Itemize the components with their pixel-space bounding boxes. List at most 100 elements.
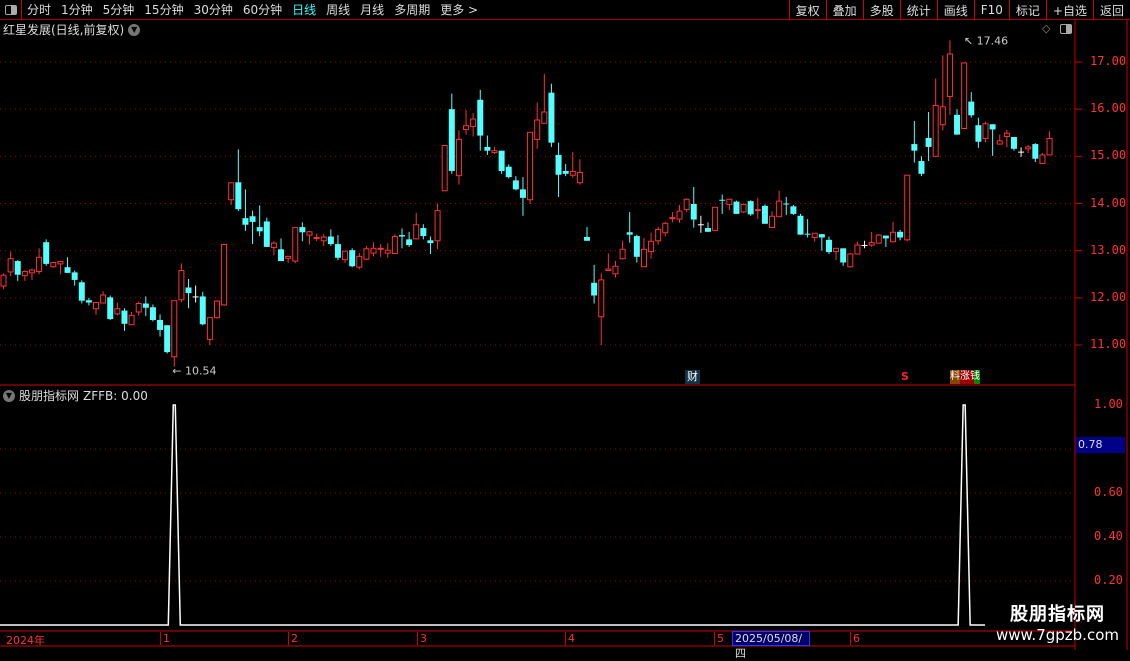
candle-down	[512, 180, 519, 190]
candle-down	[121, 310, 128, 324]
price-tick-label: 17.00	[1090, 54, 1127, 68]
x-axis-label: 3	[417, 632, 427, 645]
candle-up	[754, 209, 761, 212]
x-axis-label: 4	[565, 632, 575, 645]
candle-up	[1025, 146, 1032, 150]
cursor-value-box: 0.78	[1076, 437, 1125, 453]
candle-down	[85, 300, 92, 303]
candle-down	[989, 124, 996, 130]
candle-down	[633, 236, 640, 257]
candle-down	[761, 205, 768, 224]
candle-doji	[697, 224, 704, 226]
low-price-label: ← 10.54	[172, 365, 216, 378]
candle-up	[114, 308, 121, 315]
candle-up	[384, 249, 391, 254]
candle-up	[527, 131, 534, 201]
candle-up	[228, 182, 235, 201]
indicator-tick-label: 0.40	[1094, 529, 1123, 543]
candle-down	[897, 231, 904, 238]
candle-down	[199, 296, 206, 325]
candle-up	[619, 248, 626, 260]
indicator-tick-label: 0.60	[1094, 485, 1123, 499]
candle-down	[242, 218, 249, 225]
candle-up	[655, 228, 662, 242]
candle-down	[690, 203, 697, 220]
candle-down	[43, 242, 50, 264]
candle-down	[448, 109, 455, 171]
candle-down	[733, 201, 740, 214]
candle-down	[278, 249, 285, 262]
x-axis-label: 6	[850, 632, 860, 645]
candle-down	[1032, 144, 1039, 159]
candle-up	[712, 206, 719, 231]
candle-up	[50, 261, 57, 268]
candle-up	[36, 256, 43, 272]
x-axis-label: 5	[714, 632, 724, 645]
candle-up	[470, 118, 477, 128]
candle-down	[185, 287, 192, 294]
candle-down	[420, 228, 427, 237]
candle-up	[740, 203, 747, 213]
candle-up	[847, 253, 854, 268]
candle-down	[327, 236, 334, 245]
candle-down	[790, 206, 797, 214]
candle-up	[534, 119, 541, 140]
candle-up	[1046, 137, 1053, 156]
candle-up	[28, 269, 35, 274]
candle-down	[968, 101, 975, 116]
indicator-tick-label: 0.20	[1094, 573, 1123, 587]
finance-marker[interactable]: 财	[685, 370, 700, 384]
candle-up	[648, 240, 655, 253]
price-tick-label: 16.00	[1090, 101, 1127, 116]
candle-up	[93, 302, 100, 310]
candle-up	[171, 300, 178, 358]
candle-up	[996, 140, 1003, 145]
candle-down	[882, 235, 889, 239]
price-chart[interactable]: ↖ 17.46 ← 10.54	[0, 0, 1130, 650]
candle-up	[868, 242, 875, 246]
candle-up	[662, 222, 669, 234]
candle-up	[576, 171, 583, 184]
candle-down	[591, 282, 598, 296]
tag-marker[interactable]: 料涨钱	[950, 370, 980, 384]
candle-up	[776, 200, 783, 218]
watermark-name: 股朋指标网	[1010, 604, 1105, 625]
indicator-tick-label: 1.00	[1094, 397, 1123, 411]
candle-up	[306, 231, 313, 236]
candle-doji	[192, 296, 199, 298]
candle-up	[683, 198, 690, 211]
candle-up	[342, 250, 349, 261]
price-tick-label: 13.00	[1090, 242, 1127, 257]
candle-up	[833, 247, 840, 253]
candle-up	[292, 227, 299, 262]
candle-up	[890, 231, 896, 243]
candle-up	[370, 247, 377, 254]
candle-up	[1039, 154, 1046, 164]
zffb-line	[0, 404, 985, 626]
candle-up	[441, 144, 448, 192]
candle-up	[605, 268, 612, 271]
candle-down	[398, 235, 405, 237]
candle-up	[961, 62, 968, 130]
watermark: 股朋指标网 www.7gpzb.com	[985, 600, 1130, 644]
watermark-url: www.7gpzb.com	[996, 626, 1119, 644]
candle-up	[491, 150, 498, 154]
candle-up	[463, 125, 470, 130]
candle-down	[263, 221, 270, 247]
candle-down	[505, 166, 512, 178]
candle-up	[932, 104, 939, 157]
price-tick-label: 12.00	[1090, 289, 1127, 304]
candle-down	[498, 150, 505, 171]
candle-up	[1003, 132, 1010, 138]
candle-up	[320, 236, 327, 242]
s-marker[interactable]: S	[901, 370, 909, 384]
candle-down	[555, 154, 562, 175]
candle-down	[78, 282, 85, 301]
candle-up	[811, 232, 818, 238]
candle-down	[256, 227, 263, 232]
x-axis-label: 2	[288, 632, 298, 645]
candle-up	[676, 210, 683, 220]
candle-down	[626, 232, 633, 235]
candle-up	[356, 255, 363, 268]
candle-up	[135, 303, 142, 313]
